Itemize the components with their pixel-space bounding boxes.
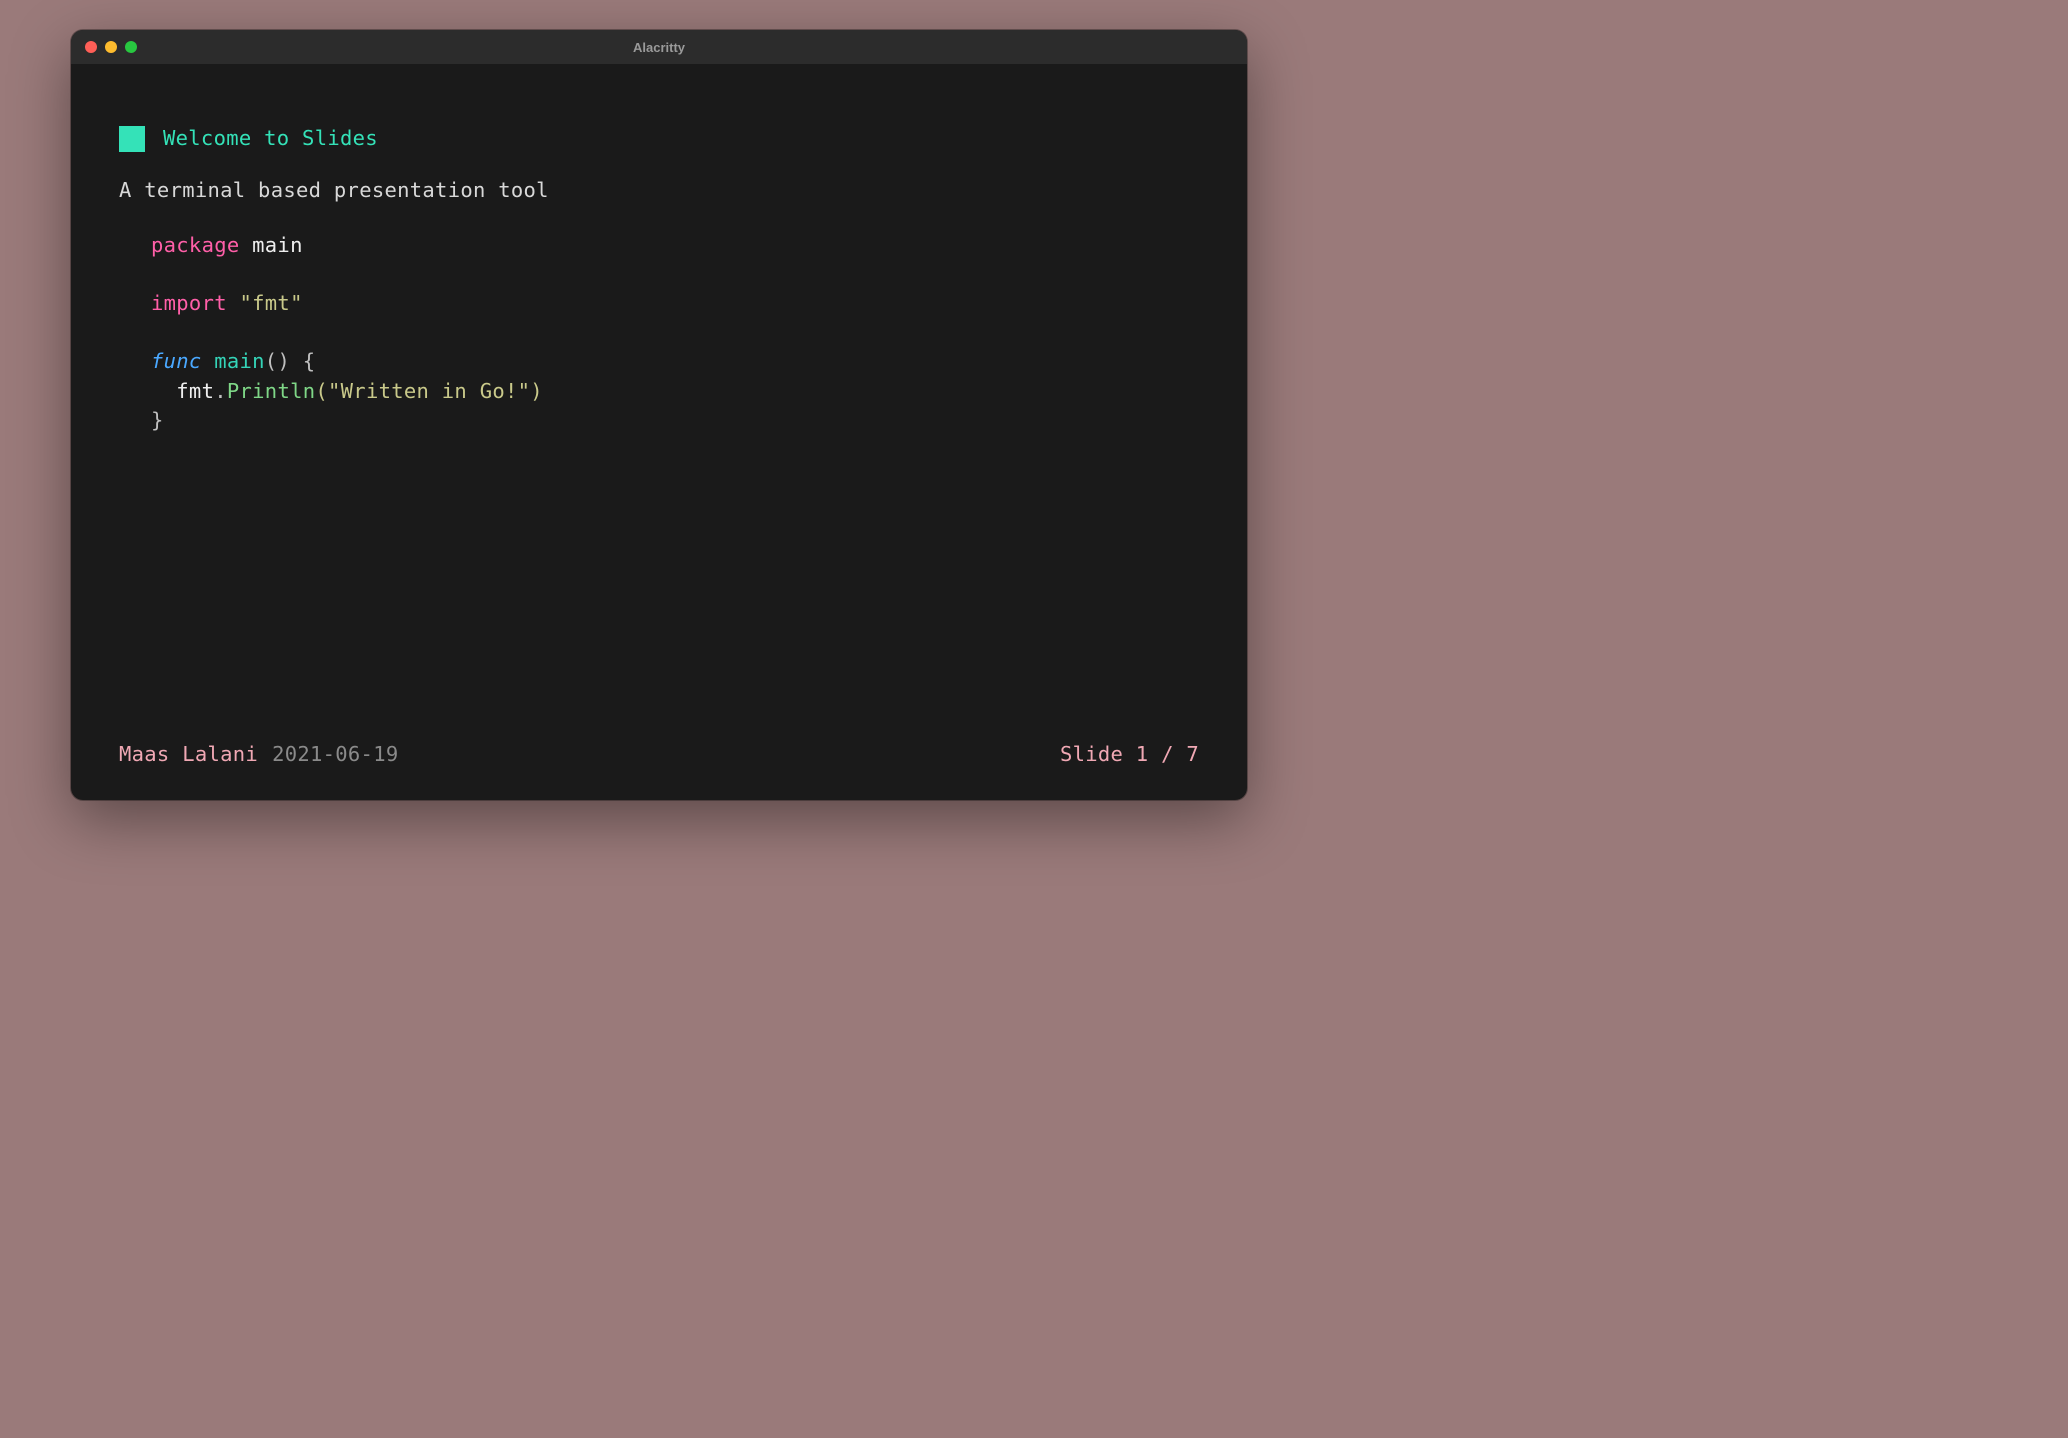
window-title: Alacritty: [71, 40, 1247, 55]
punct: () {: [265, 349, 316, 373]
keyword-package: package: [151, 233, 240, 257]
status-left: Maas Lalani 2021-06-19: [119, 740, 398, 770]
identifier-main: main: [240, 233, 303, 257]
code-line: }: [151, 406, 1199, 436]
code-line: fmt.Println("Written in Go!"): [151, 377, 1199, 407]
code-line: import "fmt": [151, 289, 1199, 319]
func-name-main: main: [202, 349, 265, 373]
code-block: package main import "fmt" func main() { …: [119, 231, 1199, 436]
punct-close: }: [151, 408, 164, 432]
slide-subtitle: A terminal based presentation tool: [119, 176, 1199, 206]
minimize-button[interactable]: [105, 41, 117, 53]
slide-position: Slide 1 / 7: [1060, 740, 1199, 770]
blank-line: [151, 319, 1199, 347]
keyword-import: import: [151, 291, 227, 315]
string-fmt: "fmt": [227, 291, 303, 315]
author-name: Maas Lalani: [119, 740, 258, 770]
slide-date: 2021-06-19: [272, 740, 398, 770]
slide-heading: Welcome to Slides: [163, 124, 378, 154]
close-button[interactable]: [85, 41, 97, 53]
punct-dot: .: [214, 379, 227, 403]
maximize-button[interactable]: [125, 41, 137, 53]
terminal-window: Alacritty Welcome to Slides A terminal b…: [71, 30, 1247, 800]
traffic-lights: [71, 41, 137, 53]
slide-heading-row: Welcome to Slides: [119, 124, 1199, 154]
code-line: package main: [151, 231, 1199, 261]
terminal-body[interactable]: Welcome to Slides A terminal based prese…: [71, 64, 1247, 800]
heading-block-icon: [119, 126, 145, 152]
string-arg: ("Written in Go!"): [315, 379, 543, 403]
code-line: func main() {: [151, 347, 1199, 377]
func-call-println: Println: [227, 379, 316, 403]
status-bar: Maas Lalani 2021-06-19 Slide 1 / 7: [119, 740, 1199, 770]
titlebar: Alacritty: [71, 30, 1247, 64]
blank-line: [151, 261, 1199, 289]
keyword-func: func: [151, 349, 202, 373]
identifier-fmt: fmt: [151, 379, 214, 403]
